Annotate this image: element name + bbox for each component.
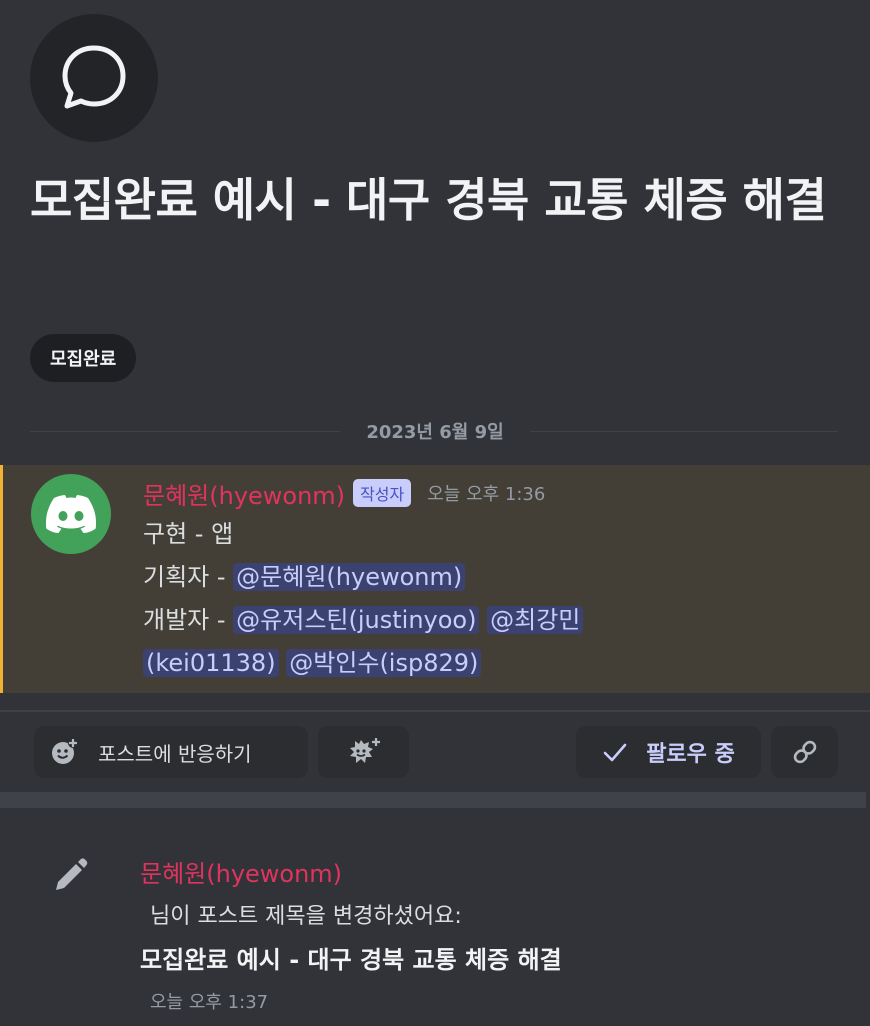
- add-reaction-icon: [52, 738, 78, 764]
- message-line-3: 개발자 - @유저스틴(justinyoo) @최강민: [143, 599, 843, 642]
- system-message-text: 님이 포스트 제목을 변경하셨어요:: [150, 904, 462, 929]
- system-message-author[interactable]: 문혜원(hyewonm): [140, 854, 342, 889]
- link-icon: [793, 740, 816, 764]
- mention[interactable]: @유저스틴(justinyoo): [233, 606, 480, 634]
- system-message-new-title: 모집완료 예시 - 대구 경북 교통 체증 해결: [140, 946, 562, 974]
- super-reaction-button[interactable]: [318, 726, 409, 778]
- thread-icon-circle: [30, 14, 158, 142]
- message-author[interactable]: 문혜원(hyewonm): [143, 476, 345, 511]
- op-badge: 작성자: [353, 479, 412, 507]
- checkmark-icon: [603, 743, 627, 762]
- message-line-2: 기획자 - @문혜원(hyewonm): [143, 556, 843, 599]
- planner-label: 기획자 -: [143, 563, 234, 591]
- developer-label: 개발자 -: [143, 606, 234, 634]
- date-divider-left: [30, 431, 340, 432]
- message-timestamp: 오늘 오후 1:36: [427, 484, 546, 505]
- message-line-1: 구현 - 앱: [143, 520, 234, 548]
- message-header: 문혜원(hyewonm) 작성자 오늘 오후 1:36: [143, 475, 545, 511]
- following-label: 팔로우 중: [646, 742, 735, 767]
- actions-separator: [0, 710, 870, 712]
- mention[interactable]: @박인수(isp829): [286, 649, 482, 677]
- super-reaction-icon: [349, 738, 380, 763]
- discord-logo-icon: [46, 495, 96, 533]
- pencil-icon: [56, 858, 88, 890]
- date-divider-label: 2023년 6월 9일: [366, 422, 504, 443]
- mention[interactable]: @문혜원(hyewonm): [233, 563, 466, 591]
- date-divider-right: [530, 431, 838, 432]
- following-button[interactable]: 팔로우 중: [576, 726, 761, 778]
- section-band: [0, 792, 866, 808]
- post-tag[interactable]: 모집완료: [30, 334, 137, 382]
- react-to-post-button[interactable]: 포스트에 반응하기: [34, 726, 308, 778]
- mention[interactable]: (kei01138): [143, 649, 279, 677]
- react-button-label: 포스트에 반응하기: [98, 741, 252, 766]
- starter-message: 문혜원(hyewonm) 작성자 오늘 오후 1:36 구현 - 앱 기획자 -…: [0, 465, 870, 693]
- post-title: 모집완료 예시 - 대구 경북 교통 체증 해결: [30, 173, 827, 227]
- system-message-timestamp: 오늘 오후 1:37: [150, 992, 269, 1013]
- copy-link-button[interactable]: [771, 726, 838, 778]
- message-body: 구현 - 앱 기획자 - @문혜원(hyewonm) 개발자 - @유저스틴(j…: [143, 513, 843, 685]
- chat-bubble-icon: [62, 45, 126, 109]
- mention[interactable]: @최강민: [487, 606, 584, 634]
- message-line-4: (kei01138) @박인수(isp829): [143, 642, 843, 685]
- avatar[interactable]: [31, 474, 111, 554]
